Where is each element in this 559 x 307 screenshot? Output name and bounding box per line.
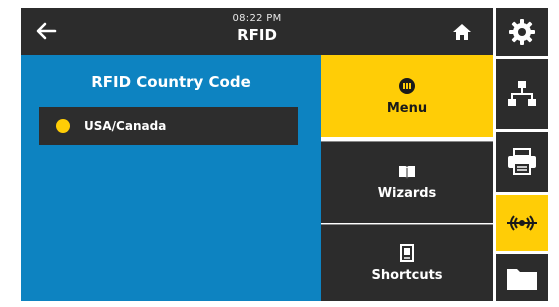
action-column: Menu Wizards Shortcuts xyxy=(321,55,493,301)
selected-radio-icon xyxy=(56,119,70,133)
menu-label: Menu xyxy=(386,100,428,116)
option-label: USA/Canada xyxy=(84,119,167,133)
shortcuts-button[interactable]: Shortcuts xyxy=(321,224,493,301)
home-button[interactable] xyxy=(445,15,479,49)
menu-button[interactable]: Menu xyxy=(321,55,493,137)
printer-icon xyxy=(508,148,536,175)
sidebar-item-storage[interactable] xyxy=(496,254,548,301)
top-bar: 08:22 PM RFID xyxy=(21,8,493,55)
title-block: 08:22 PM RFID xyxy=(21,12,493,45)
printer-screen: 08:22 PM RFID RFID Country Code USA/Cana… xyxy=(0,0,559,307)
gear-icon xyxy=(509,19,535,45)
sidebar-item-print[interactable] xyxy=(496,132,548,192)
page-title: RFID xyxy=(237,26,277,44)
panel-title: RFID Country Code xyxy=(91,73,251,91)
country-option-usa-canada[interactable]: USA/Canada xyxy=(39,107,298,145)
sidebar-item-settings[interactable] xyxy=(496,8,548,56)
shortcuts-icon xyxy=(400,243,414,262)
sidebar-item-rfid[interactable] xyxy=(496,195,548,251)
wizards-book-icon xyxy=(399,166,415,179)
wizards-label: Wizards xyxy=(377,186,437,201)
shortcuts-label: Shortcuts xyxy=(371,267,443,283)
rfid-icon xyxy=(507,215,537,231)
menu-icon xyxy=(399,77,415,94)
network-icon xyxy=(508,81,536,106)
home-icon xyxy=(453,24,471,40)
category-sidebar xyxy=(496,8,548,301)
wizards-button[interactable]: Wizards xyxy=(321,141,493,223)
folder-icon xyxy=(507,268,537,290)
rfid-country-code-panel: RFID Country Code USA/Canada xyxy=(21,55,321,301)
sidebar-item-network[interactable] xyxy=(496,59,548,129)
clock-time: 08:22 PM xyxy=(232,13,282,24)
